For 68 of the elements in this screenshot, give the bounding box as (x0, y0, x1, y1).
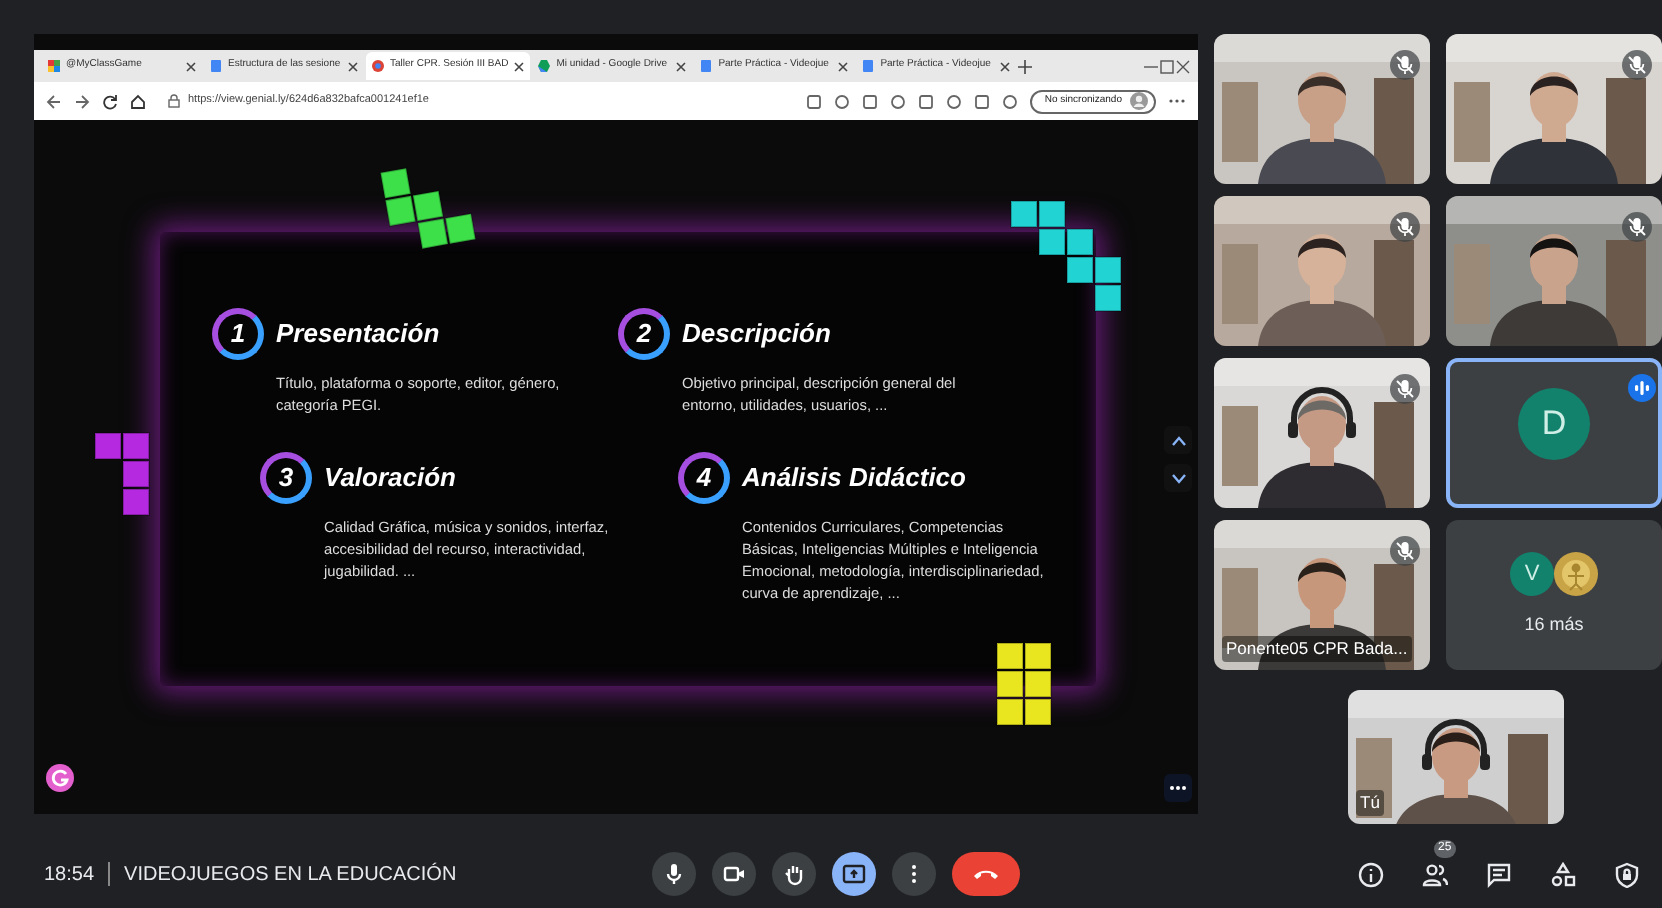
scroll-down-button[interactable] (1164, 464, 1192, 492)
close-icon[interactable] (676, 61, 687, 71)
block-piece-drawing (94, 432, 150, 516)
avatar: D (1518, 387, 1590, 459)
hang-up-icon (972, 866, 1001, 882)
favicon-icon (48, 60, 60, 72)
more-count: 16 más (1524, 611, 1584, 638)
present-icon (842, 862, 867, 886)
more-participants-tile[interactable]: V 16 más (1446, 520, 1662, 670)
people-icon (1421, 861, 1447, 887)
camera-button[interactable] (712, 852, 757, 896)
people-button[interactable] (1418, 858, 1450, 890)
avatar (1554, 551, 1598, 596)
home-icon[interactable] (130, 93, 146, 109)
activities-icon (1549, 861, 1575, 887)
chevron-down-icon (1171, 473, 1185, 483)
favicon-icon (372, 60, 384, 72)
more-icon[interactable] (1168, 98, 1186, 104)
host-controls-button[interactable] (1610, 858, 1642, 890)
raise-hand-icon (782, 862, 807, 886)
favicon-icon (700, 60, 713, 72)
profile-icon (1130, 92, 1148, 110)
section-title: Análisis Didáctico (742, 460, 966, 497)
microphone-icon (662, 862, 687, 886)
info-button[interactable] (1354, 858, 1386, 890)
chevron-up-icon (1171, 435, 1185, 445)
info-icon (1357, 861, 1383, 887)
meeting-time: 18:54 (44, 861, 95, 889)
microphone-button[interactable] (652, 852, 697, 896)
favicon-icon (862, 60, 875, 72)
end-call-button[interactable] (952, 852, 1021, 896)
new-tab-icon[interactable] (1018, 59, 1033, 73)
forward-icon[interactable] (74, 93, 90, 109)
back-icon[interactable] (46, 93, 62, 109)
logo-icon (46, 763, 74, 792)
close-icon[interactable] (348, 61, 358, 71)
lock-icon (168, 94, 180, 108)
avatar: V (1510, 551, 1554, 596)
close-icon[interactable] (838, 61, 849, 71)
number-badge: 4 (678, 452, 730, 504)
number-badge: 2 (618, 308, 670, 360)
activities-button[interactable] (1546, 858, 1578, 890)
close-icon[interactable] (1176, 59, 1190, 73)
close-icon[interactable] (514, 61, 525, 71)
maximize-icon[interactable] (1160, 59, 1174, 73)
camera-icon (722, 862, 747, 886)
chat-icon (1485, 861, 1511, 887)
section-title: Descripción (682, 316, 831, 353)
participant-name: Ponente05 CPR Bada... (1222, 636, 1412, 662)
scroll-up-button[interactable] (1164, 426, 1192, 454)
more-button[interactable] (1164, 774, 1192, 802)
close-icon[interactable] (186, 61, 196, 71)
more-options-button[interactable] (892, 852, 937, 896)
raise-hand-button[interactable] (772, 852, 817, 896)
favicon-icon (538, 60, 551, 72)
close-icon[interactable] (1000, 61, 1011, 71)
number-badge: 3 (260, 452, 312, 504)
meeting-title: VIDEOJUEGOS EN LA EDUCACIÓN (124, 860, 457, 889)
self-label: Tú (1356, 790, 1384, 816)
section-title: Presentación (276, 316, 440, 353)
number-badge: 1 (212, 308, 264, 360)
reload-icon[interactable] (102, 93, 118, 109)
chat-button[interactable] (1482, 858, 1514, 890)
speaking-icon (1628, 373, 1656, 402)
present-button[interactable] (832, 852, 877, 896)
favicon-icon (210, 60, 222, 72)
host-controls-icon (1613, 861, 1639, 887)
section-title: Valoración (324, 460, 456, 497)
